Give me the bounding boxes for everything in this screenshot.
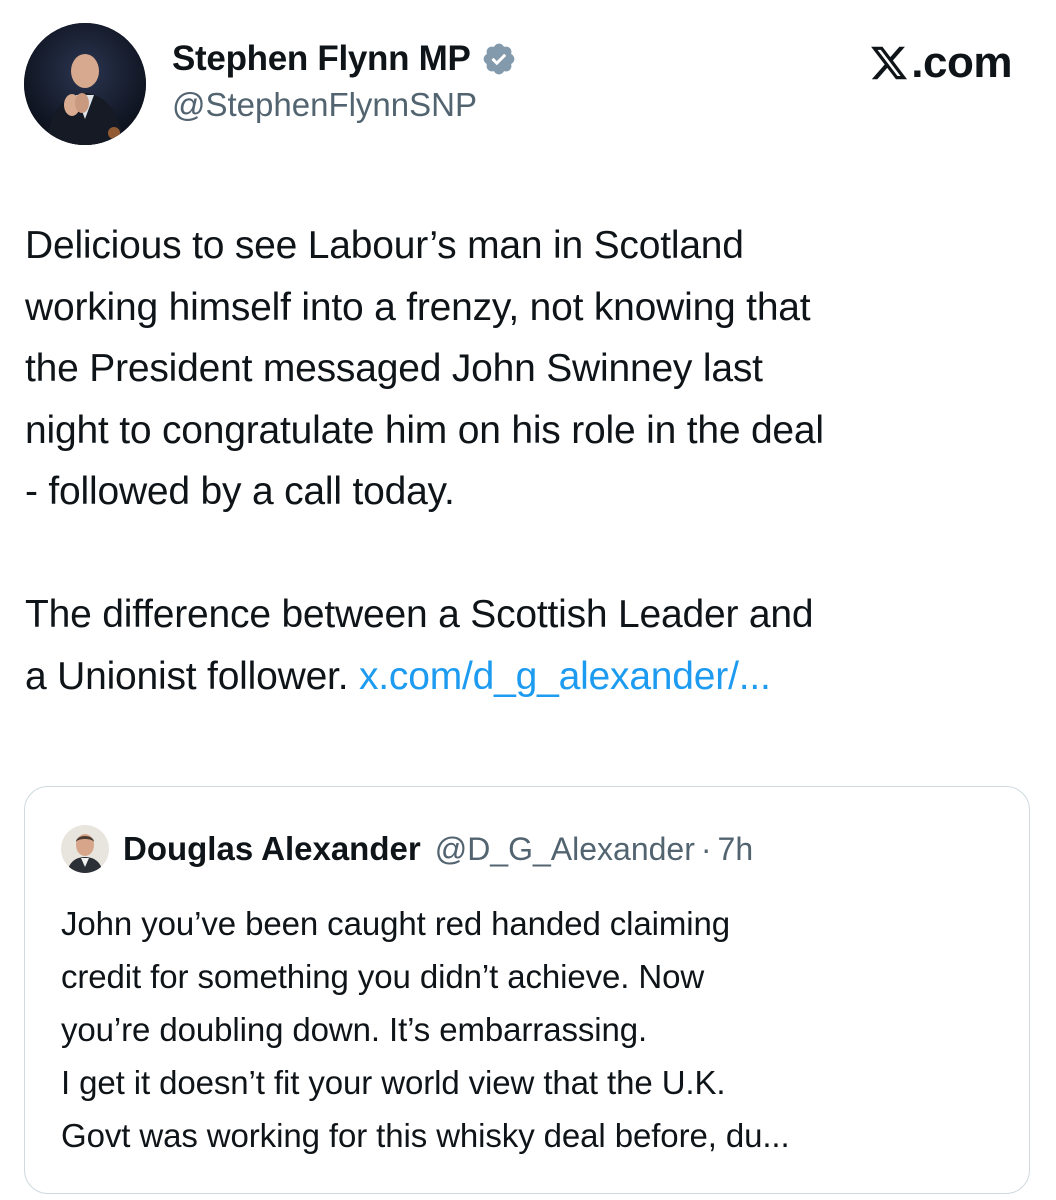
profile-photo-avatar <box>61 825 109 873</box>
author-name-row: Stephen Flynn MP <box>172 36 517 82</box>
verified-badge-icon <box>481 41 517 77</box>
author-handle[interactable]: @StephenFlynnSNP <box>172 86 477 124</box>
author-avatar[interactable] <box>24 23 146 145</box>
site-brand: .com <box>869 38 1012 88</box>
quoted-post-text: John you’ve been caught red handed claim… <box>61 905 790 1154</box>
quoted-post-link[interactable]: x.com/d_g_alexander/... <box>359 655 771 698</box>
post-paragraph-1: Delicious to see Labour’s man in Scotlan… <box>25 224 824 513</box>
quoted-author-name[interactable]: Douglas Alexander <box>123 830 421 868</box>
author-display-name[interactable]: Stephen Flynn MP <box>172 39 471 79</box>
quoted-author-avatar[interactable] <box>61 825 109 873</box>
quoted-author-handle[interactable]: @D_G_Alexander <box>435 831 695 868</box>
tweet-screenshot: Stephen Flynn MP @StephenFlynnSNP .com D… <box>0 0 1056 1200</box>
site-brand-text: .com <box>911 38 1012 87</box>
post-paragraph-2: The difference between a Scottish Leader… <box>25 584 1035 707</box>
quoted-header-separator: · <box>700 830 712 867</box>
quoted-post-timestamp[interactable]: 7h <box>718 831 754 868</box>
quoted-post-header: Douglas Alexander @D_G_Alexander · 7h <box>61 825 753 873</box>
post-body: Delicious to see Labour’s man in Scotlan… <box>25 215 1035 707</box>
profile-photo-avatar <box>24 23 146 145</box>
x-logo-icon <box>869 43 909 83</box>
quoted-post-card[interactable]: Douglas Alexander @D_G_Alexander · 7h Jo… <box>24 786 1030 1194</box>
